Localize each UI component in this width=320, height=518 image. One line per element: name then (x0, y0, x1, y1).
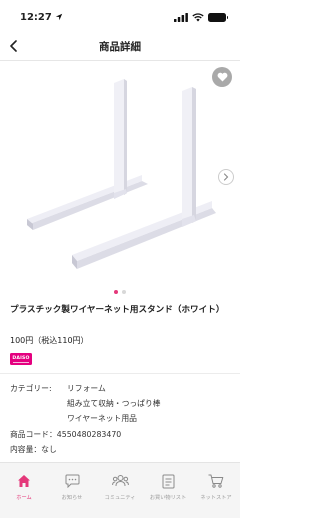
carousel-next-button[interactable] (218, 169, 234, 185)
cellular-signal-icon (174, 12, 188, 22)
product-capacity: 内容量：なし (10, 445, 57, 454)
category-link-0[interactable]: リフォーム (67, 383, 106, 394)
home-icon (15, 473, 33, 489)
checklist-icon (159, 473, 177, 489)
people-icon (111, 473, 129, 489)
category-label: カテゴリー: (10, 384, 52, 393)
wifi-icon (192, 12, 204, 21)
nav-bar: 商品詳細 (0, 34, 240, 58)
status-right (174, 12, 228, 22)
stand-right (72, 87, 216, 269)
tab-net-store[interactable]: ネットストア (192, 463, 240, 518)
tab-home-label: ホーム (16, 495, 32, 501)
page-title: 商品詳細 (99, 40, 141, 53)
tab-news-label: お知らせ (61, 495, 83, 501)
product-image-carousel[interactable] (0, 61, 240, 287)
tab-shopping-list[interactable]: お買い物リスト (144, 463, 192, 518)
location-arrow-icon (55, 13, 63, 21)
favorite-button[interactable] (212, 67, 232, 87)
back-button[interactable] (4, 36, 24, 56)
brand-logo: DAISO (10, 353, 32, 365)
tab-shopping-list-label: お買い物リスト (149, 495, 187, 501)
status-time: 12:27 (20, 11, 52, 23)
tab-news[interactable]: お知らせ (48, 463, 96, 518)
stand-left (27, 79, 148, 230)
tab-net-store-label: ネットストア (200, 495, 232, 501)
heart-icon (217, 72, 227, 82)
bottom-tab-bar: ホーム お知らせ コミュニティ お買い物リスト ネットストア (0, 462, 240, 518)
brand-logo-underline (13, 361, 29, 363)
brand-logo-text: DAISO (12, 355, 30, 361)
product-image (27, 79, 216, 269)
carousel-dot-active[interactable] (114, 290, 118, 294)
category-link-2[interactable]: ワイヤーネット用品 (67, 413, 137, 424)
carousel-dot[interactable] (122, 290, 126, 294)
status-bar: 12:27 (0, 0, 240, 34)
category-link-1[interactable]: 組み立て収納・つっぱり棒 (67, 398, 161, 409)
chat-bubble-icon (63, 473, 81, 489)
chevron-right-icon (223, 173, 229, 181)
battery-icon (208, 12, 228, 22)
tab-community-label: コミュニティ (104, 495, 136, 501)
status-left: 12:27 (20, 12, 63, 23)
tab-home[interactable]: ホーム (0, 463, 48, 518)
product-title: プラスチック製ワイヤーネット用スタンド（ホワイト） (10, 305, 225, 315)
product-price: 100円（税込110円） (10, 336, 89, 345)
section-divider (0, 373, 240, 374)
product-code: 商品コード：4550480283470 (10, 430, 122, 439)
cart-icon (207, 473, 225, 489)
tab-community[interactable]: コミュニティ (96, 463, 144, 518)
carousel-pagination (0, 290, 240, 294)
chevron-left-icon (10, 40, 17, 52)
